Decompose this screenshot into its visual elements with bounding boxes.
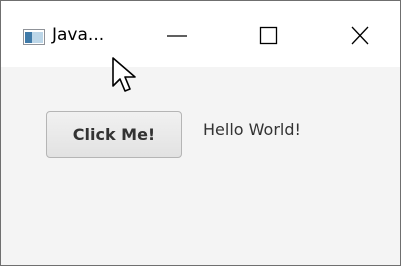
hello-world-label: Hello World!: [203, 120, 301, 139]
maximize-button[interactable]: [245, 21, 293, 51]
minimize-icon: [167, 35, 187, 37]
minimize-button[interactable]: [153, 21, 201, 51]
java-app-icon-graphic: [25, 32, 43, 43]
click-me-button[interactable]: Click Me!: [46, 111, 182, 158]
window-title: Java...: [52, 25, 105, 45]
java-app-icon[interactable]: [23, 29, 45, 45]
title-bar[interactable]: Java...: [1, 1, 400, 67]
close-button[interactable]: [336, 21, 384, 51]
close-icon: [351, 26, 369, 45]
app-window: Java... Click Me! Hello World!: [0, 0, 401, 266]
maximize-icon: [259, 26, 278, 45]
